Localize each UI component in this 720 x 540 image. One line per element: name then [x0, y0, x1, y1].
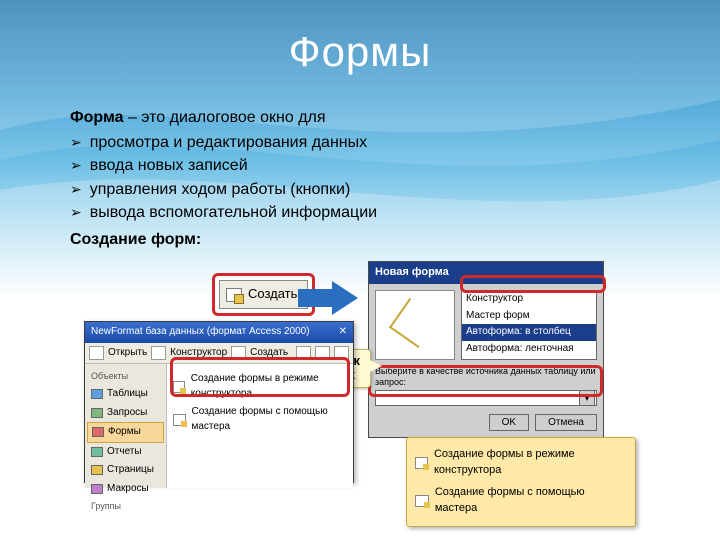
new-form-dialog: Новая форма Конструктор Мастер форм Авто…	[368, 261, 604, 438]
lead-bold: Форма	[70, 109, 124, 126]
list-item[interactable]: Автоформа: ленточная	[462, 341, 596, 358]
groups-header: Группы	[87, 498, 164, 515]
arrow-icon	[298, 281, 358, 315]
wizard-icon	[173, 381, 185, 393]
sidebar-item-macros[interactable]: Макросы	[87, 480, 164, 499]
view-icon[interactable]	[296, 346, 311, 360]
list-item[interactable]: Автоформа: в столбец	[462, 324, 596, 341]
objects-header: Объекты	[87, 368, 164, 385]
objects-panel: Объекты Таблицы Запросы Формы Отчеты Стр…	[85, 364, 167, 488]
toolbar-open[interactable]: Открыть	[108, 346, 147, 361]
toolbar-design[interactable]: Конструктор	[170, 346, 227, 361]
design-icon[interactable]	[151, 346, 166, 360]
open-icon[interactable]	[89, 346, 104, 360]
list-pane: Создание формы в режиме конструктора Соз…	[167, 364, 353, 488]
sidebar-item-forms[interactable]: Формы	[87, 422, 164, 443]
sidebar-item-reports[interactable]: Отчеты	[87, 443, 164, 462]
view-icon[interactable]	[315, 346, 330, 360]
dialog-hint: Выберите в качестве источника данных таб…	[375, 366, 597, 388]
bullet-item: ввода новых записей	[70, 154, 650, 177]
list-item[interactable]: Конструктор	[462, 291, 596, 308]
wizard-icon	[173, 414, 186, 426]
lead-text: Форма – это диалоговое окно для	[70, 106, 650, 129]
dialog-preview	[375, 290, 455, 360]
dialog-titlebar: Новая форма	[369, 262, 603, 284]
wizard-icon	[415, 457, 428, 469]
yellow-popup: Создание формы в режиме конструктора Соз…	[406, 437, 636, 527]
new-form-icon	[226, 288, 242, 302]
wizard-icon	[415, 495, 429, 507]
create-button-label: Создать	[248, 285, 297, 304]
slide-title: Формы	[0, 0, 720, 76]
list-item[interactable]: Создание формы с помощью мастера	[415, 482, 627, 520]
access-db-window: NewFormat база данных (формат Access 200…	[84, 321, 354, 483]
bullet-item: управления ходом работы (кнопки)	[70, 178, 650, 201]
access-titlebar: NewFormat база данных (формат Access 200…	[85, 322, 353, 343]
sidebar-item-queries[interactable]: Запросы	[87, 404, 164, 423]
list-item[interactable]: Создание формы с помощью мастера	[173, 403, 347, 436]
slide-body: Форма – это диалоговое окно для просмотр…	[70, 106, 650, 509]
ok-button[interactable]: OK	[489, 414, 529, 431]
view-icon[interactable]	[334, 346, 349, 360]
bullet-item: просмотра и редактирования данных	[70, 131, 650, 154]
lead-rest: – это диалоговое окно для	[124, 109, 326, 126]
list-item[interactable]: Мастер форм	[462, 308, 596, 325]
sidebar-item-pages[interactable]: Страницы	[87, 461, 164, 480]
bullet-list: просмотра и редактирования данных ввода …	[70, 131, 650, 224]
create-icon[interactable]	[231, 346, 246, 360]
access-toolbar: Открыть Конструктор Создать	[85, 343, 353, 365]
bullet-item: вывода вспомогательной информации	[70, 201, 650, 224]
cancel-button[interactable]: Отмена	[535, 414, 597, 431]
toolbar-create[interactable]: Создать	[250, 346, 288, 361]
list-item[interactable]: Автоформа: табличная	[462, 357, 596, 360]
sidebar-item-tables[interactable]: Таблицы	[87, 385, 164, 404]
create-button[interactable]: Создать	[219, 280, 308, 309]
dialog-options-list[interactable]: Конструктор Мастер форм Автоформа: в сто…	[461, 290, 597, 360]
section-label: Создание форм:	[70, 228, 650, 251]
screenshot-collage: Создать Новая форма Конструктор Мастер ф…	[80, 259, 640, 509]
list-item[interactable]: Создание формы в режиме конструктора	[415, 444, 627, 482]
list-item[interactable]: Создание формы в режиме конструктора	[173, 370, 347, 403]
source-combo[interactable]	[375, 390, 597, 406]
